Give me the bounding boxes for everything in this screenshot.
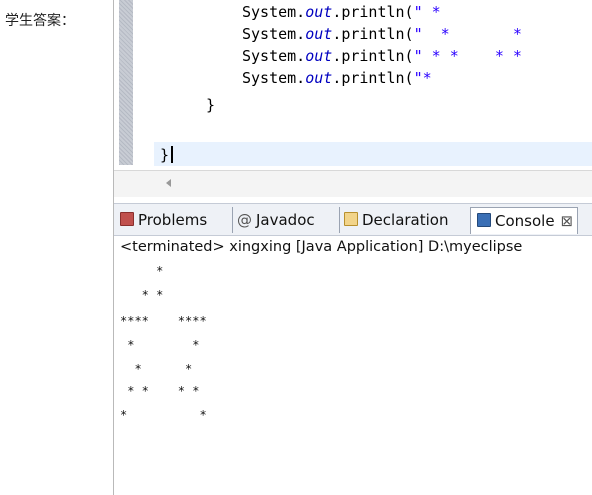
tab-console[interactable]: Console ⊠	[470, 207, 579, 234]
scroll-left-icon[interactable]	[166, 179, 171, 187]
code-editor[interactable]: System.out.println(" * System.out.printl…	[114, 0, 592, 197]
console-line: * *	[120, 338, 200, 352]
console-line: * * * *	[120, 384, 200, 398]
code-line[interactable]: System.out.println(" * *	[242, 24, 522, 44]
console-status: <terminated> xingxing [Java Application]…	[120, 239, 523, 255]
code-closing-brace[interactable]: }	[160, 145, 169, 165]
current-line-highlight	[154, 142, 592, 166]
declaration-icon	[344, 212, 358, 226]
console-line: **** ****	[120, 314, 207, 328]
console-line: *	[120, 264, 164, 278]
horizontal-scrollbar[interactable]	[114, 170, 592, 197]
editor-ruler	[119, 0, 133, 165]
code-line[interactable]: System.out.println(" *	[242, 2, 441, 22]
code-line[interactable]: System.out.println(" * * * *	[242, 46, 522, 66]
console-line: * *	[120, 288, 164, 302]
tab-declaration[interactable]: Declaration	[339, 207, 448, 233]
ide-window: System.out.println(" * System.out.printl…	[113, 0, 592, 495]
code-line[interactable]: System.out.println("*	[242, 68, 432, 88]
view-tab-bar: Problems @ Javadoc Declaration Console ⊠	[114, 203, 592, 236]
student-answer-label: 学生答案：	[5, 13, 75, 29]
text-caret	[171, 146, 173, 163]
tab-javadoc[interactable]: @ Javadoc	[232, 207, 315, 233]
code-closing-brace[interactable]: }	[206, 95, 215, 115]
problems-icon	[120, 212, 134, 226]
console-line: * *	[120, 362, 193, 376]
console-icon	[477, 213, 491, 227]
close-icon[interactable]: ⊠	[561, 212, 574, 230]
at-icon: @	[237, 211, 252, 229]
console-line: * *	[120, 408, 207, 422]
tab-problems[interactable]: Problems	[120, 207, 207, 233]
